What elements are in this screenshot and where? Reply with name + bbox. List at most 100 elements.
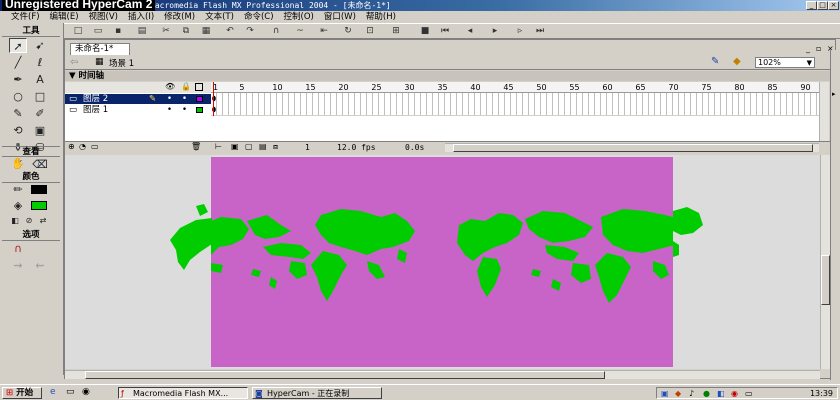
timeline-header[interactable]: ▼ 时间轴 bbox=[65, 71, 835, 81]
lock-icon[interactable]: 🔒 bbox=[181, 82, 191, 91]
smooth-option-icon[interactable]: ⇝ bbox=[9, 258, 27, 273]
menu-file[interactable]: 文件(F) bbox=[6, 11, 45, 23]
center-frame-icon[interactable]: ⊢ bbox=[215, 142, 222, 151]
menu-view[interactable]: 视图(V) bbox=[84, 11, 123, 23]
timeline-hscroll-thumb[interactable] bbox=[453, 144, 813, 152]
scene-label[interactable]: 场景 1 bbox=[109, 57, 134, 69]
play-icon[interactable]: ▸ bbox=[489, 26, 501, 37]
delete-layer-icon[interactable]: 🗑 bbox=[191, 142, 201, 151]
edit-multiple-icon[interactable]: ▤ bbox=[259, 142, 267, 151]
menu-modify[interactable]: 修改(M) bbox=[159, 11, 200, 23]
layer-color-swatch[interactable] bbox=[196, 107, 203, 113]
stop-icon[interactable]: ■ bbox=[419, 26, 431, 37]
map-overflow-right[interactable] bbox=[673, 205, 713, 265]
tray-monitor-icon[interactable]: ▭ bbox=[745, 388, 753, 399]
save-icon[interactable]: ▪ bbox=[112, 26, 124, 37]
menu-text[interactable]: 文本(T) bbox=[200, 11, 239, 23]
smooth-icon[interactable]: ~ bbox=[294, 26, 306, 37]
tray-volume-icon[interactable]: ♪ bbox=[689, 388, 694, 399]
expand-arrow-icon[interactable]: ▸ bbox=[832, 90, 836, 98]
rotate-icon[interactable]: ↻ bbox=[342, 26, 354, 37]
quicklaunch-desktop-icon[interactable]: ▭ bbox=[66, 387, 75, 397]
swap-colors-icon[interactable]: ⇄ bbox=[34, 213, 52, 228]
layer-color-swatch[interactable] bbox=[196, 96, 203, 102]
layer-row-2[interactable]: ▭ 图层 2 ✎ • • bbox=[65, 94, 211, 104]
doc-minimize-button[interactable]: _ bbox=[806, 44, 810, 53]
lock-dot[interactable]: • bbox=[182, 105, 187, 115]
onion-skin-icon[interactable]: ▣ bbox=[231, 142, 239, 151]
rectangle-tool-icon[interactable]: □ bbox=[31, 89, 49, 104]
copy-icon[interactable]: ⧉ bbox=[180, 26, 192, 37]
fill-transform-tool-icon[interactable]: ▣ bbox=[31, 123, 49, 138]
straighten-option-icon[interactable]: ⇜ bbox=[31, 258, 49, 273]
rewind-icon[interactable]: ⏮ bbox=[439, 26, 451, 37]
pencil-tool-icon[interactable]: ✎ bbox=[9, 106, 27, 121]
onion-outline-icon[interactable]: ▢ bbox=[245, 142, 253, 151]
timeline-ruler[interactable]: 1 5 10 15 20 25 30 35 40 45 50 55 60 65 70 75 80 85 90 bbox=[211, 82, 819, 93]
hand-tool-icon[interactable]: ✋ bbox=[9, 156, 27, 171]
document-tab[interactable]: 未命名-1* bbox=[70, 43, 130, 55]
brush-tool-icon[interactable]: ✐ bbox=[31, 106, 49, 121]
step-forward-icon[interactable]: ▹ bbox=[514, 26, 526, 37]
doc-restore-button[interactable]: ▫ bbox=[816, 44, 821, 53]
clock[interactable]: 13:39 bbox=[810, 388, 833, 399]
add-guide-icon[interactable]: ◔ bbox=[79, 142, 86, 151]
tray-antivirus-icon[interactable]: ◆ bbox=[675, 388, 681, 399]
stage-vscroll[interactable] bbox=[820, 155, 830, 369]
task-flash[interactable]: ƒ Macromedia Flash MX... bbox=[118, 387, 248, 399]
quicklaunch-ie-icon[interactable]: e bbox=[50, 387, 56, 397]
paste-icon[interactable]: ▦ bbox=[200, 26, 212, 37]
visible-dot[interactable]: • bbox=[167, 94, 172, 104]
edit-scene-icon[interactable]: ✎ bbox=[711, 56, 719, 67]
new-file-icon[interactable]: □ bbox=[72, 26, 84, 37]
lock-dot[interactable]: • bbox=[182, 94, 187, 104]
menu-window[interactable]: 窗口(W) bbox=[319, 11, 361, 23]
snap-icon[interactable]: ∩ bbox=[270, 26, 282, 37]
close-button[interactable]: × bbox=[828, 1, 839, 10]
line-tool-icon[interactable]: ╱ bbox=[9, 55, 27, 70]
task-hypercam[interactable]: ◙ HyperCam - 正在录制 bbox=[252, 387, 382, 399]
tray-input-icon[interactable]: ◧ bbox=[717, 388, 725, 399]
quicklaunch-media-icon[interactable]: ◉ bbox=[82, 387, 90, 397]
outline-icon[interactable] bbox=[195, 83, 203, 91]
edit-symbols-icon[interactable]: ◆ bbox=[733, 56, 741, 67]
timeline-vscroll[interactable] bbox=[819, 82, 829, 142]
stage[interactable] bbox=[171, 157, 693, 367]
free-transform-tool-icon[interactable]: ⟲ bbox=[9, 123, 27, 138]
menu-help[interactable]: 帮助(H) bbox=[361, 11, 401, 23]
snap-magnet-icon[interactable]: ∩ bbox=[9, 241, 27, 256]
tray-network-icon[interactable]: ▣ bbox=[661, 388, 669, 399]
world-map-graphic[interactable] bbox=[171, 157, 693, 367]
stage-vscroll-thumb[interactable] bbox=[821, 255, 830, 305]
open-file-icon[interactable]: ▭ bbox=[92, 26, 104, 37]
zoom-tool-icon[interactable]: ⌕ bbox=[31, 156, 49, 171]
back-arrow-icon[interactable]: ⇦ bbox=[70, 57, 78, 68]
undo-icon[interactable]: ↶ bbox=[224, 26, 236, 37]
stroke-color-swatch[interactable] bbox=[31, 185, 47, 194]
print-icon[interactable]: ▤ bbox=[136, 26, 148, 37]
oval-tool-icon[interactable]: ○ bbox=[9, 89, 27, 104]
align-icon[interactable]: ⊞ bbox=[390, 26, 402, 37]
add-folder-icon[interactable]: ▭ bbox=[91, 142, 99, 151]
start-button[interactable]: ⊞ 开始 bbox=[2, 387, 42, 399]
stage-hscroll[interactable] bbox=[65, 370, 820, 379]
menu-control[interactable]: 控制(O) bbox=[279, 11, 319, 23]
arrow-tool-icon[interactable]: ➚ bbox=[9, 38, 27, 53]
menu-edit[interactable]: 编辑(E) bbox=[45, 11, 84, 23]
panel-dock-edge[interactable]: ▸ bbox=[830, 50, 840, 380]
tray-record-icon[interactable]: ◉ bbox=[731, 388, 738, 399]
subselect-tool-icon[interactable]: ➹ bbox=[31, 38, 49, 53]
pen-tool-icon[interactable]: ✒ bbox=[9, 72, 27, 87]
fill-color-swatch[interactable] bbox=[31, 201, 47, 210]
minimize-button[interactable]: _ bbox=[806, 1, 817, 10]
frame-rate[interactable]: 12.0 fps bbox=[337, 143, 376, 152]
stage-hscroll-thumb[interactable] bbox=[85, 371, 605, 379]
timeline-hscroll[interactable] bbox=[445, 143, 819, 152]
maximize-button[interactable]: □ bbox=[817, 1, 828, 10]
add-layer-icon[interactable]: ⊕ bbox=[68, 142, 75, 151]
layer-row-1[interactable]: ▭ 图层 1 • • bbox=[65, 105, 211, 115]
menu-commands[interactable]: 命令(C) bbox=[239, 11, 279, 23]
redo-icon[interactable]: ↷ bbox=[244, 26, 256, 37]
lasso-tool-icon[interactable]: ℓ bbox=[31, 55, 49, 70]
menu-insert[interactable]: 插入(I) bbox=[123, 11, 159, 23]
